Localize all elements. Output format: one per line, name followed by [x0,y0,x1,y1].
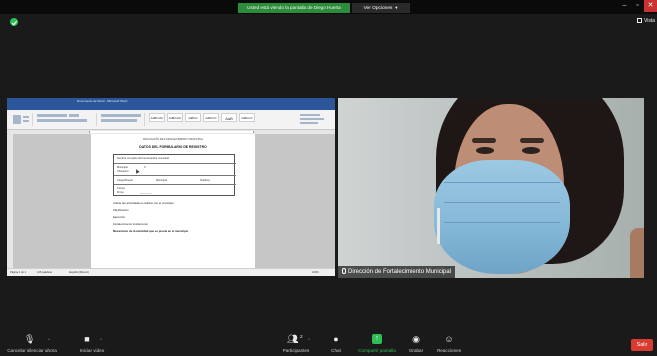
view-options-label: Ver Opciones [363,6,393,11]
share-screen-icon: ↑ [372,334,382,344]
maximize-icon[interactable]: ▫ [631,0,644,12]
doc-title: DATOS DEL FORMULARIO DE REGISTRO [139,145,207,149]
editing-group [297,113,331,126]
share-screen-label: Compartir pantalla [358,348,396,353]
word-ribbon: AaBbCcDc AaBbCcDc AaBbCc AaBbCcC AaB AaB… [7,110,335,130]
participants-icon: 👥︎ [287,334,299,344]
reactions-button[interactable]: ☺ Reacciones [432,328,466,356]
minimize-icon[interactable]: – [618,0,631,12]
status-language: Español (México) [69,271,90,274]
left-eye [476,147,494,154]
reactions-label: Reacciones [436,348,461,353]
start-video-label: Iniciar video [79,348,105,353]
participants-button[interactable]: 👥︎ 2 ^ Participantes [276,328,316,356]
doc-list-item: Fortalecimiento institucional [113,222,148,226]
doc-question: Indicar las actividades a realizar con e… [113,201,175,205]
chat-bubble-icon: ● [333,334,339,344]
style-title: AaB [221,113,237,122]
doc-form-table: Nombre completo del funcionario/a munici… [113,154,236,196]
start-video-button[interactable]: ■ ^ Iniciar video [72,328,112,356]
screen-share-banner: Usted está viendo la pantalla de Diego H… [238,3,350,13]
shared-screen[interactable]: Documento de Word - Microsoft Word Archi… [7,98,335,276]
left-eyebrow [472,138,496,143]
word-status-bar: Página 1 de 1 126 palabras Español (Méxi… [7,268,335,276]
right-eyebrow [520,138,544,143]
top-bar: Usted está viendo la pantalla de Diego H… [0,0,657,14]
microphone-icon [342,268,346,274]
status-page: Página 1 de 1 [10,271,27,274]
microphone-muted-icon: 🎙︎ [24,334,36,344]
word-title-bar: Documento de Word - Microsoft Word [7,98,335,105]
participants-options-caret[interactable]: ^ [308,337,310,342]
font-group [35,113,97,126]
style-no-spacing: AaBbCcDc [167,113,183,122]
close-icon[interactable]: ✕ [644,0,657,12]
record-button[interactable]: ◉ Grabar [402,328,430,356]
doc-list-item: Ejecución [113,215,126,219]
style-heading-2: AaBbCcC [203,113,219,122]
face-mask [434,160,570,274]
word-window-title: Documento de Word - Microsoft Word [77,99,128,103]
style-normal: AaBbCcDc [149,113,165,122]
form-intro: Nombre completo del funcionario/a munici… [117,157,169,160]
status-zoom: 100% [312,271,319,274]
meeting-toolbar: 🎙︎ ^ Cancelar silenciar ahora ■ ^ Inicia… [0,328,657,356]
form-field-label: Teléfono [200,179,210,182]
chevron-down-icon: ▼ [394,5,399,10]
form-field-label: Municipio [117,166,128,169]
document-page: ASOCIACIÓN DE FORTALECIMIENTO MUNICIPAL … [91,134,255,268]
form-field-value: X [144,166,146,169]
doc-header: ASOCIACIÓN DE FORTALECIMIENTO MUNICIPAL [142,138,204,141]
end-meeting-button[interactable]: Salir [631,339,653,351]
right-eye [522,147,540,154]
view-mode-button[interactable]: Vista [636,18,655,24]
video-camera-off-icon: ■ [84,334,90,344]
gallery-view-icon [636,18,642,23]
status-word-count: 126 palabras [37,271,52,274]
participants-label: Participantes [282,348,310,353]
view-options-button[interactable]: Ver Opciones ▼ [352,3,410,13]
reactions-icon: ☺ [444,334,454,344]
style-heading-1: AaBbCc [185,113,201,122]
view-mode-label: Vista [643,18,655,24]
form-field-value: Municipal [156,179,167,182]
security-shield-icon[interactable] [10,18,18,26]
earphone-cable [437,208,440,244]
participants-count: 2 [300,334,303,339]
form-signature-line: ________ [140,191,152,194]
paragraph-group [99,113,145,126]
zoom-meeting-window: Usted está viendo la pantalla de Diego H… [0,0,657,356]
form-field-label: Firma [117,191,124,194]
window-controls: – ▫ ✕ [618,0,657,12]
form-field-label: Ubicación [117,170,129,173]
doc-list-item: Planificación [113,208,129,212]
chat-button[interactable]: ● Chat [322,328,350,356]
unmute-label: Cancelar silenciar ahora [7,348,57,353]
form-field-label: Cargo/Puesto [117,179,133,182]
participant-name: Dirección de Fortalecimiento Municipal [348,269,452,275]
video-options-caret[interactable]: ^ [100,337,102,342]
record-label: Grabar [408,348,424,353]
word-document-area: ASOCIACIÓN DE FORTALECIMIENTO MUNICIPAL … [7,134,335,268]
doc-footer-note: Mecanismo de la actividad que se presta … [113,229,189,233]
unmute-options-caret[interactable]: ^ [48,337,50,342]
participant-video[interactable]: Dirección de Fortalecimiento Municipal [338,98,644,278]
participant-name-tag: Dirección de Fortalecimiento Municipal [338,266,456,278]
chat-label: Chat [331,348,341,353]
style-subtitle: AaBbCcC [239,113,255,122]
clipboard-group [9,113,33,126]
record-icon: ◉ [412,334,420,344]
vertical-ruler [7,134,13,268]
participant-hand [630,228,644,278]
share-screen-button[interactable]: ↑ Compartir pantalla [352,328,402,356]
unmute-button[interactable]: 🎙︎ ^ Cancelar silenciar ahora [6,328,66,356]
form-field-label: Correo [117,187,125,190]
